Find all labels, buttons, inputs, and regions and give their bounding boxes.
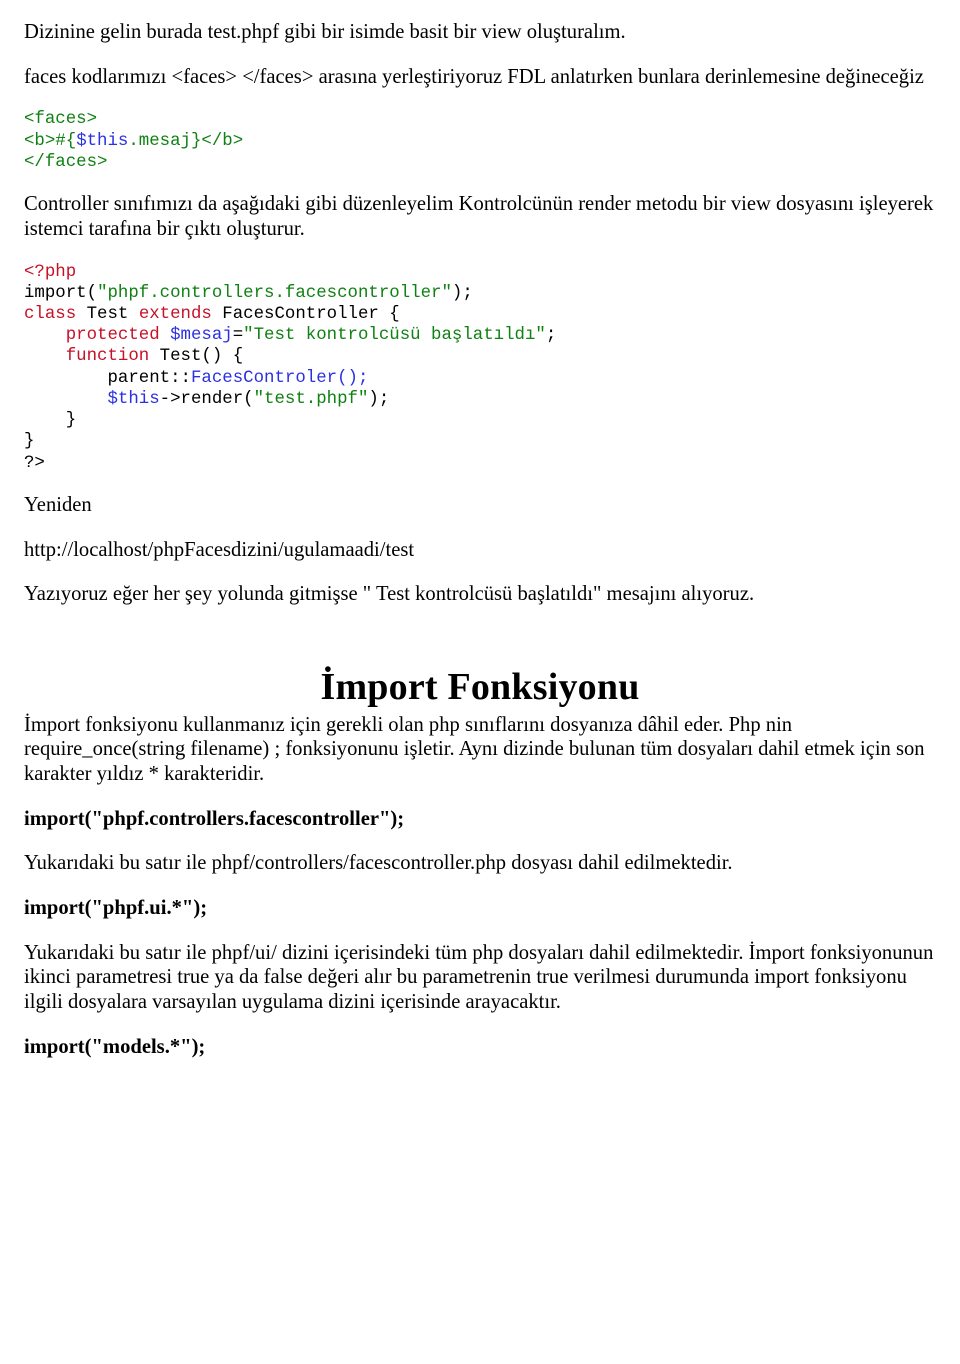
code-line: <?php bbox=[24, 263, 76, 282]
bold-code-line: import("models.*"); bbox=[24, 1035, 936, 1060]
code-token: parent:: bbox=[24, 369, 191, 388]
heading-import-fonksiyonu: İmport Fonksiyonu bbox=[24, 665, 936, 711]
paragraph: Dizinine gelin burada test.phpf gibi bir… bbox=[24, 20, 936, 45]
code-token: $this bbox=[76, 132, 128, 151]
code-token: ; bbox=[546, 326, 556, 345]
code-token: <b>#{ bbox=[24, 132, 76, 151]
code-token: FacesController { bbox=[212, 305, 400, 324]
code-token: class bbox=[24, 305, 76, 324]
paragraph: Controller sınıfımızı da aşağıdaki gibi … bbox=[24, 192, 936, 241]
code-token: function bbox=[24, 347, 149, 366]
paragraph: Yeniden bbox=[24, 493, 936, 518]
bold-code-line: import("phpf.controllers.facescontroller… bbox=[24, 807, 936, 832]
code-token: .mesaj}</b> bbox=[128, 132, 243, 151]
code-token: Test() { bbox=[149, 347, 243, 366]
code-line: </faces> bbox=[24, 153, 108, 172]
code-token: protected bbox=[24, 326, 160, 345]
bold-code-line: import("phpf.ui.*"); bbox=[24, 896, 936, 921]
code-token: = bbox=[233, 326, 243, 345]
paragraph: İmport fonksiyonu kullanmanız için gerek… bbox=[24, 713, 936, 787]
code-token: $mesaj bbox=[160, 326, 233, 345]
code-token: "phpf.controllers.facescontroller" bbox=[97, 284, 452, 303]
code-block-php: <?php import("phpf.controllers.facescont… bbox=[24, 262, 936, 474]
code-token: Test bbox=[76, 305, 139, 324]
code-token: ->render( bbox=[160, 390, 254, 409]
code-token: $this bbox=[24, 390, 160, 409]
code-block-faces: <faces> <b>#{$this.mesaj}</b> </faces> bbox=[24, 109, 936, 173]
code-token: ); bbox=[368, 390, 389, 409]
code-token: import( bbox=[24, 284, 97, 303]
code-token: ); bbox=[452, 284, 473, 303]
paragraph: Yukarıdaki bu satır ile phpf/ui/ dizini … bbox=[24, 941, 936, 1015]
paragraph: http://localhost/phpFacesdizini/ugulamaa… bbox=[24, 538, 936, 563]
paragraph: faces kodlarımızı <faces> </faces> arası… bbox=[24, 65, 936, 90]
code-line: <faces> bbox=[24, 110, 97, 129]
code-line: ?> bbox=[24, 454, 45, 473]
code-line: } bbox=[24, 432, 34, 451]
paragraph: Yukarıdaki bu satır ile phpf/controllers… bbox=[24, 851, 936, 876]
code-token: "Test kontrolcüsü başlatıldı" bbox=[243, 326, 546, 345]
paragraph: Yazıyoruz eğer her şey yolunda gitmişse … bbox=[24, 582, 936, 607]
code-token: FacesControler(); bbox=[191, 369, 368, 388]
code-line: } bbox=[24, 411, 76, 430]
code-token: extends bbox=[139, 305, 212, 324]
code-token: "test.phpf" bbox=[254, 390, 369, 409]
